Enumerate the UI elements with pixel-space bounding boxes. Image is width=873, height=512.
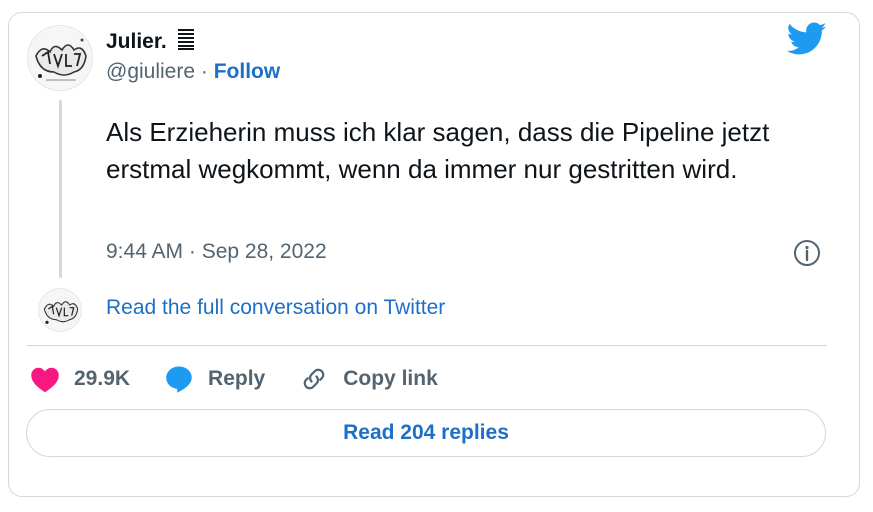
copy-link-button[interactable]: Copy link <box>299 364 438 394</box>
actions-row: 29.9K Reply Copy link <box>30 363 472 395</box>
like-count: 29.9K <box>74 367 131 390</box>
link-icon <box>303 368 325 390</box>
tweet-timestamp[interactable]: 9:44 AM · Sep 28, 2022 <box>106 240 327 264</box>
heart-icon <box>31 367 59 393</box>
read-replies-label: Read 204 replies <box>343 421 509 444</box>
author-display-name[interactable]: Julier. <box>106 30 167 53</box>
info-icon[interactable] <box>793 239 821 267</box>
reply-button[interactable]: Reply <box>164 364 265 394</box>
author-name-row[interactable]: Julier. <box>106 28 195 56</box>
author-handle-row: @giuliere · Follow <box>106 60 280 84</box>
separator-dot: · <box>200 60 208 83</box>
author-avatar[interactable] <box>27 25 93 91</box>
like-button[interactable]: 29.9K <box>30 365 130 393</box>
tweet-text: Als Erzieherin muss ich klar sagen, dass… <box>106 117 770 184</box>
reply-label: Reply <box>208 367 266 390</box>
copy-link-label: Copy link <box>343 367 438 390</box>
divider <box>27 345 827 346</box>
conversation-avatar[interactable] <box>38 288 82 332</box>
twitter-bird-icon[interactable] <box>786 22 827 56</box>
speech-bubble-icon <box>166 366 192 393</box>
read-conversation-link[interactable]: Read the full conversation on Twitter <box>106 296 445 320</box>
follow-link[interactable]: Follow <box>214 60 281 83</box>
graffiti-avatar-icon <box>39 289 81 331</box>
read-replies-button[interactable]: Read 204 replies <box>26 409 826 457</box>
author-handle[interactable]: @giuliere <box>106 60 195 83</box>
stacked-lines-icon <box>177 28 195 56</box>
graffiti-avatar-icon <box>28 26 92 90</box>
thread-line <box>59 100 62 278</box>
